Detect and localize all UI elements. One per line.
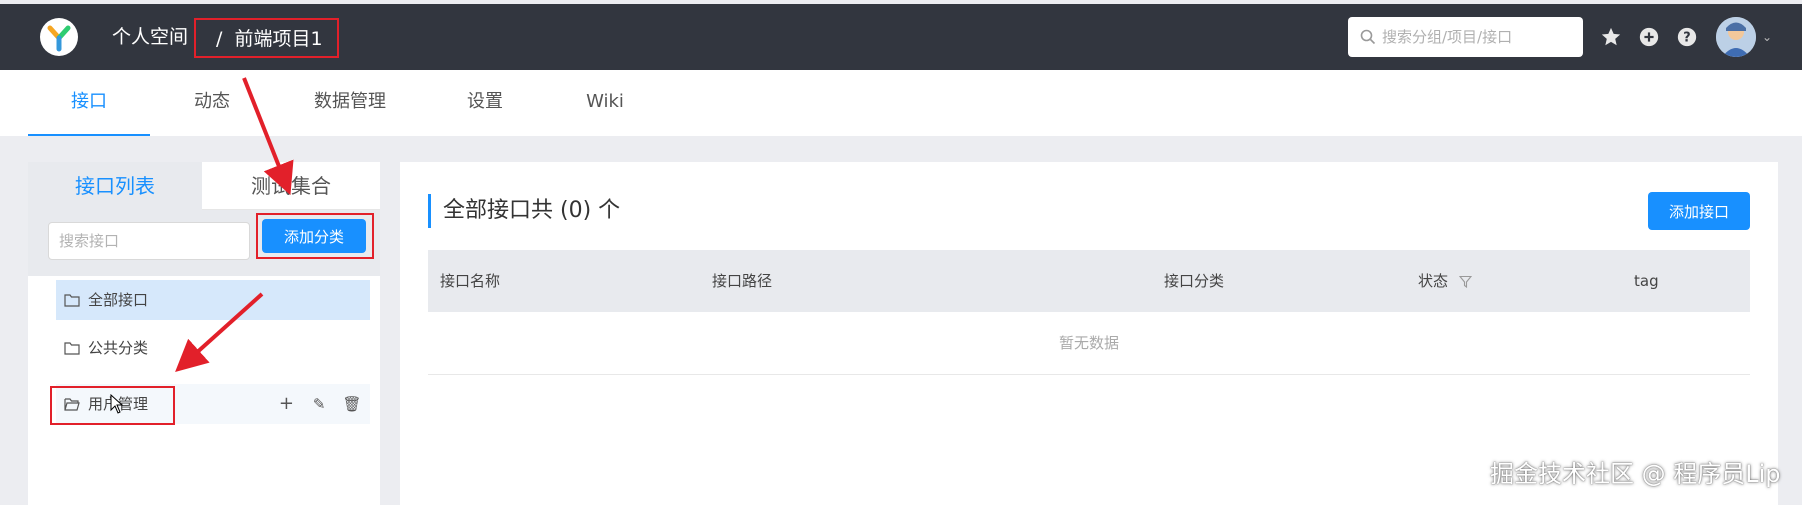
interface-search-input[interactable] xyxy=(48,222,250,260)
breadcrumb-project-label: 前端项目1 xyxy=(234,28,323,50)
mouse-cursor-icon xyxy=(110,394,124,414)
tab-settings[interactable]: 设置 xyxy=(445,70,525,136)
watermark: 掘金技术社区 @ 程序员Lip xyxy=(1490,460,1781,488)
svg-text:?: ? xyxy=(1683,31,1690,46)
tree-item-label: 全部接口 xyxy=(88,291,149,309)
column-interface-category: 接口分类 xyxy=(1164,272,1225,290)
tree-item-actions: + ✎ 🗑 xyxy=(268,384,362,424)
search-icon xyxy=(1360,29,1376,45)
tab-interface-list[interactable]: 接口列表 xyxy=(28,162,202,210)
tab-data-management[interactable]: 数据管理 xyxy=(300,70,400,136)
tree-item-all-interfaces[interactable]: 全部接口 xyxy=(56,280,370,320)
tree-item-public-category[interactable]: 公共分类 xyxy=(56,328,370,368)
folder-icon xyxy=(64,294,80,307)
delete-icon[interactable]: 🗑 xyxy=(342,384,362,424)
tab-wiki[interactable]: Wiki xyxy=(565,70,645,136)
chevron-down-icon[interactable]: ⌄ xyxy=(1762,30,1772,44)
column-interface-name: 接口名称 xyxy=(440,272,501,290)
interface-sidebar: 接口列表 测试集合 添加分类 全部接口 公共分类 用户管理 + ✎ 🗑 xyxy=(28,162,380,505)
avatar[interactable] xyxy=(1716,17,1756,57)
top-header: 个人空间 / 前端项目1 ? ⌄ xyxy=(0,4,1802,70)
tab-interface[interactable]: 接口 xyxy=(28,70,150,136)
tree-item-label: 公共分类 xyxy=(88,339,149,357)
folder-icon xyxy=(64,342,80,355)
global-search-input[interactable] xyxy=(1382,25,1572,49)
plus-circle-icon[interactable] xyxy=(1638,26,1660,48)
star-icon[interactable] xyxy=(1600,26,1622,48)
edit-icon[interactable]: ✎ xyxy=(309,384,329,424)
add-interface-button[interactable]: 添加接口 xyxy=(1648,192,1750,230)
table-header: 接口名称 接口路径 接口分类 状态 tag xyxy=(428,250,1750,312)
page-title: 全部接口共 (0) 个 xyxy=(428,194,620,228)
project-nav: 接口 动态 数据管理 设置 Wiki xyxy=(0,70,1802,136)
column-status: 状态 xyxy=(1418,272,1449,290)
empty-table-message: 暂无数据 xyxy=(428,312,1750,375)
annotation-box-add-category: 添加分类 xyxy=(256,213,374,259)
column-interface-path: 接口路径 xyxy=(712,272,773,290)
sidebar-toolbar: 添加分类 xyxy=(28,210,380,276)
breadcrumb-project[interactable]: / 前端项目1 xyxy=(194,18,339,58)
breadcrumb-separator: / xyxy=(216,28,223,50)
question-icon[interactable]: ? xyxy=(1676,26,1698,48)
column-tag: tag xyxy=(1634,272,1659,290)
global-search[interactable] xyxy=(1348,17,1583,57)
add-icon[interactable]: + xyxy=(276,384,296,424)
tab-test-collections[interactable]: 测试集合 xyxy=(202,162,380,210)
filter-icon[interactable] xyxy=(1459,275,1472,288)
breadcrumb-home[interactable]: 个人空间 xyxy=(112,4,188,70)
yapi-logo[interactable] xyxy=(40,18,78,56)
add-category-button[interactable]: 添加分类 xyxy=(262,219,366,253)
tab-activity[interactable]: 动态 xyxy=(172,70,252,136)
